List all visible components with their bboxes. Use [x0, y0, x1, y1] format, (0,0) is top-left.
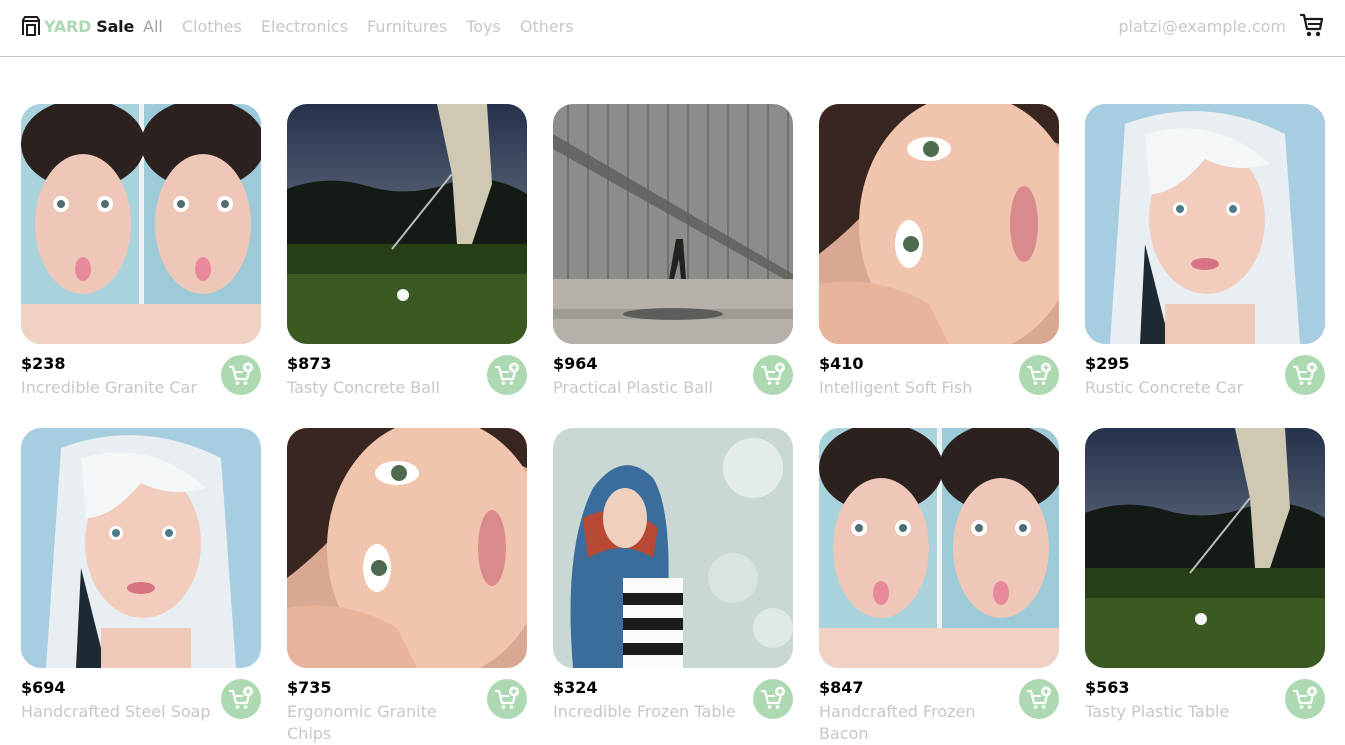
- add-to-cart-button[interactable]: [753, 355, 793, 395]
- add-to-cart-icon: [494, 362, 520, 388]
- logo-text: YARD Sale: [44, 17, 134, 36]
- product-name: Tasty Concrete Ball: [287, 378, 440, 397]
- product-card[interactable]: $563 Tasty Plastic Table: [1085, 428, 1325, 728]
- add-to-cart-icon: [1026, 686, 1052, 712]
- product-image[interactable]: [1085, 428, 1325, 668]
- logo[interactable]: YARD Sale: [21, 15, 134, 37]
- product-name: Rustic Concrete Car: [1085, 378, 1244, 397]
- add-to-cart-button[interactable]: [487, 355, 527, 395]
- nav-link-all[interactable]: All: [143, 17, 163, 36]
- nav-link-electronics[interactable]: Electronics: [261, 17, 348, 36]
- product-name: Intelligent Soft Fish: [819, 378, 973, 397]
- product-card[interactable]: $295 Rustic Concrete Car: [1085, 104, 1325, 404]
- add-to-cart-button[interactable]: [1285, 355, 1325, 395]
- add-to-cart-icon: [760, 686, 786, 712]
- product-card[interactable]: $847 Handcrafted Frozen Bacon: [819, 428, 1059, 743]
- product-card[interactable]: $873 Tasty Concrete Ball: [287, 104, 527, 404]
- product-name: Handcrafted Steel Soap: [21, 702, 211, 721]
- nav-link-clothes[interactable]: Clothes: [182, 17, 242, 36]
- nav-link-toys[interactable]: Toys: [466, 17, 501, 36]
- nav-link-furnitures[interactable]: Furnitures: [367, 17, 447, 36]
- add-to-cart-button[interactable]: [221, 355, 261, 395]
- product-name: Practical Plastic Ball: [553, 378, 713, 397]
- product-image[interactable]: [287, 428, 527, 668]
- product-card[interactable]: $694 Handcrafted Steel Soap: [21, 428, 261, 728]
- shopping-cart-icon[interactable]: [1298, 11, 1326, 39]
- product-name: Tasty Plastic Table: [1085, 702, 1230, 721]
- product-card[interactable]: $964 Practical Plastic Ball: [553, 104, 793, 404]
- logo-yard: YARD: [44, 16, 92, 36]
- add-to-cart-icon: [760, 362, 786, 388]
- add-to-cart-button[interactable]: [753, 679, 793, 719]
- product-image[interactable]: [553, 428, 793, 668]
- add-to-cart-icon: [1292, 362, 1318, 388]
- product-image[interactable]: [21, 104, 261, 344]
- navbar: YARD Sale All Clothes Electronics Furnitu…: [0, 0, 1345, 57]
- add-to-cart-button[interactable]: [1019, 355, 1059, 395]
- add-to-cart-button[interactable]: [1285, 679, 1325, 719]
- add-to-cart-button[interactable]: [487, 679, 527, 719]
- product-card[interactable]: $238 Incredible Granite Car: [21, 104, 261, 404]
- logo-sale: Sale: [96, 16, 135, 36]
- product-card[interactable]: $410 Intelligent Soft Fish: [819, 104, 1059, 404]
- nav-link-others[interactable]: Others: [520, 17, 574, 36]
- product-name: Handcrafted Frozen Bacon: [819, 702, 976, 743]
- product-image[interactable]: [819, 104, 1059, 344]
- storefront-icon: [21, 16, 41, 36]
- product-image[interactable]: [819, 428, 1059, 668]
- product-card[interactable]: $324 Incredible Frozen Table: [553, 428, 793, 728]
- add-to-cart-icon: [228, 686, 254, 712]
- add-to-cart-button[interactable]: [1019, 679, 1059, 719]
- add-to-cart-button[interactable]: [221, 679, 261, 719]
- user-email[interactable]: platzi@example.com: [1118, 17, 1286, 36]
- product-name: Incredible Granite Car: [21, 378, 197, 397]
- product-image[interactable]: [287, 104, 527, 344]
- product-card[interactable]: $735 Ergonomic Granite Chips: [287, 428, 527, 743]
- product-image[interactable]: [21, 428, 261, 668]
- product-image[interactable]: [553, 104, 793, 344]
- add-to-cart-icon: [494, 686, 520, 712]
- add-to-cart-icon: [1026, 362, 1052, 388]
- product-image[interactable]: [1085, 104, 1325, 344]
- add-to-cart-icon: [1292, 686, 1318, 712]
- category-nav: All Clothes Electronics Furnitures Toys …: [143, 17, 593, 36]
- add-to-cart-icon: [228, 362, 254, 388]
- product-name: Ergonomic Granite Chips: [287, 702, 437, 743]
- product-name: Incredible Frozen Table: [553, 702, 736, 721]
